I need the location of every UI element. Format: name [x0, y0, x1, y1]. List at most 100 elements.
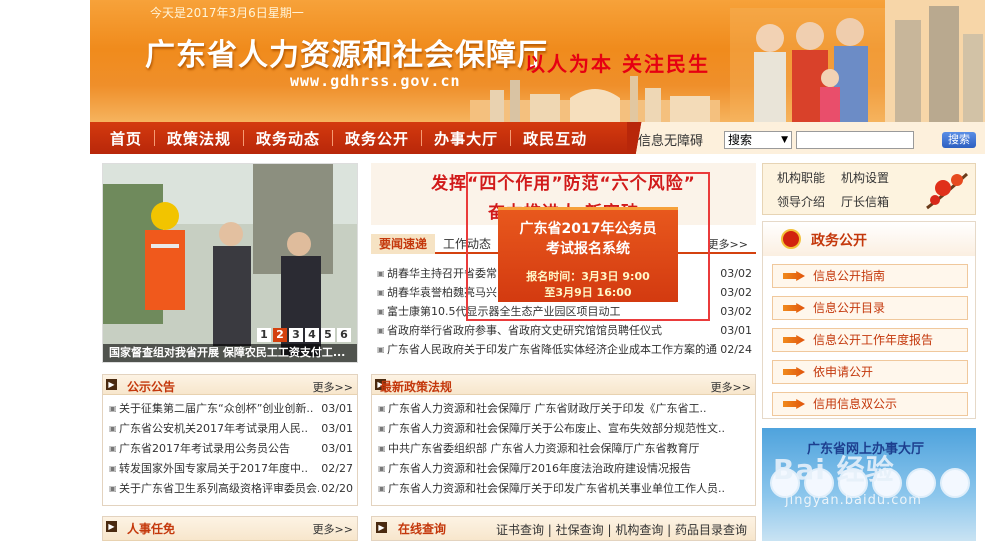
nav-item-gov-open[interactable]: 政务公开: [333, 128, 421, 149]
policy-title[interactable]: 最新政策法规: [380, 378, 452, 395]
slider-caption[interactable]: 国家督查组对我省开展 保障农民工工资支付工...: [103, 344, 357, 362]
info-open-annual-report-button[interactable]: 信息公开工作年度报告: [772, 328, 968, 352]
link-org-structure[interactable]: 机构设置: [841, 169, 889, 186]
bullet-icon: ▣: [377, 307, 385, 316]
arrow-right-icon: [783, 367, 805, 377]
org-links-panel: 机构职能 机构设置 领导介绍 厅长信箱: [762, 163, 976, 215]
list-item[interactable]: ▣ 关于广东省卫生系列高级资格评审委员会.. 02/20: [109, 479, 353, 499]
slider-page-1[interactable]: 1: [257, 328, 271, 342]
bullet-icon: ▣: [377, 345, 385, 354]
search-button[interactable]: 搜索: [942, 132, 976, 148]
nav-item-interaction[interactable]: 政民互动: [511, 128, 599, 149]
accessibility-link[interactable]: 信息无障碍: [638, 130, 703, 149]
buildings-image: [885, 0, 985, 122]
notice-panel: ▶ 公示公告 更多>> ▣ 关于征集第二届广东“众创杯”创业创新.. 03/01 ▣…: [102, 374, 358, 506]
policy-panel: ▶ 最新政策法规 更多>> ▣ 广东省人力资源和社会保障厅 广东省财政厅关于印发《…: [371, 374, 756, 506]
list-item[interactable]: ▣ 转发国家外国专家局关于2017年度中.. 02/27: [109, 459, 353, 479]
popup-ad-content[interactable]: 广东省2017年公务员 考试报名系统 报名时间：3月3日 9:00 至3月9日 …: [498, 207, 678, 302]
info-open-guide-button[interactable]: 信息公开指南: [772, 264, 968, 288]
notice-list: ▣ 关于征集第二届广东“众创杯”创业创新.. 03/01 ▣ 广东省公安机关2017年…: [103, 395, 357, 499]
link-leaders[interactable]: 领导介绍: [777, 193, 825, 210]
slider-page-2[interactable]: 2: [273, 328, 287, 342]
link-org-functions[interactable]: 机构职能: [777, 169, 825, 186]
personnel-header: ▶ 人事任免 更多>>: [103, 517, 357, 541]
section-marker-icon: ▶: [376, 522, 387, 533]
nav-menu: 首页 政策法规 政务动态 政务公开 办事大厅 政民互动: [90, 122, 627, 154]
personnel-more-link[interactable]: 更多>>: [313, 521, 353, 537]
gov-open-header: 政务公开: [763, 222, 975, 256]
news-slider[interactable]: 1 2 3 4 5 6 国家督查组对我省开展 保障农民工工资支付工...: [102, 163, 358, 363]
bullet-icon: ▣: [378, 484, 386, 493]
bullet-icon: ▣: [378, 404, 386, 413]
search-type-value: 搜索: [728, 133, 753, 147]
bullet-icon: ▣: [109, 464, 117, 473]
policy-more-link[interactable]: 更多>>: [711, 379, 751, 395]
list-item[interactable]: ▣ 广东省公安机关2017年考试录用人民.. 03/01: [109, 419, 353, 439]
page-root: 今天是2017年3月6日星期一 广东省人力资源和社会保障厅 www.gdhrss…: [0, 0, 1000, 541]
policy-header: ▶ 最新政策法规 更多>>: [372, 375, 755, 395]
nav-item-policy[interactable]: 政策法规: [155, 128, 243, 149]
national-emblem-icon: [781, 229, 801, 249]
info-open-catalog-button[interactable]: 信息公开目录: [772, 296, 968, 320]
exam-popup-ad[interactable]: 广东省2017年公务员 考试报名系统 报名时间：3月3日 9:00 至3月9日 …: [466, 172, 710, 321]
bullet-icon: ▣: [109, 484, 117, 493]
bullet-icon: ▣: [377, 269, 385, 278]
notice-more-link[interactable]: 更多>>: [313, 379, 353, 395]
slider-pager: 1 2 3 4 5 6: [257, 328, 351, 342]
link-director-mailbox[interactable]: 厅长信箱: [841, 193, 889, 210]
slider-page-6[interactable]: 6: [337, 328, 351, 342]
policy-list: ▣ 广东省人力资源和社会保障厅 广东省财政厅关于印发《广东省工.. ▣ 广东省人力资…: [372, 395, 755, 499]
section-marker-icon: ▶: [106, 379, 117, 390]
nav-item-home[interactable]: 首页: [98, 128, 154, 149]
list-item[interactable]: ▣ 关于征集第二届广东“众创杯”创业创新.. 03/01: [109, 399, 353, 419]
list-item[interactable]: ▣ 广东省人力资源和社会保障厅 广东省财政厅关于印发《广东省工..: [378, 399, 751, 419]
apply-disclosure-button[interactable]: 依申请公开: [772, 360, 968, 384]
popup-title-2: 考试报名系统: [546, 241, 630, 257]
personnel-title[interactable]: 人事任免: [127, 520, 175, 537]
search-button-label: 搜索: [948, 133, 970, 146]
popup-title-1: 广东省2017年公务员: [519, 221, 657, 237]
family-photo-image: [730, 8, 890, 122]
list-item[interactable]: ▣ 广东省人力资源和社会保障厅2016年度法治政府建设情况报告: [378, 459, 751, 479]
online-query-links[interactable]: 证书查询 | 社保查询 | 机构查询 | 药品目录查询: [496, 521, 747, 538]
list-item[interactable]: ▣ 省政府举行省政府参事、省政府文史研究馆馆员聘任仪式 03/01: [377, 321, 752, 340]
popup-time-1: 报名时间：3月3日 9:00: [526, 270, 650, 283]
popup-time-2: 至3月9日 16:00: [544, 286, 632, 299]
gov-open-title[interactable]: 政务公开: [811, 230, 867, 250]
arrow-right-icon: [783, 399, 805, 409]
arrow-right-icon: [783, 303, 805, 313]
search-type-select[interactable]: 搜索 ▼: [724, 131, 792, 149]
list-item[interactable]: ▣ 广东省人力资源和社会保障厅关于印发广东省机关事业单位工作人员..: [378, 479, 751, 499]
credit-info-button[interactable]: 信用信息双公示: [772, 392, 968, 416]
search-input[interactable]: [796, 131, 914, 149]
city-skyline-image: [470, 76, 720, 122]
bullet-icon: ▣: [377, 288, 385, 297]
bullet-icon: ▣: [377, 326, 385, 335]
arrow-right-icon: [783, 335, 805, 345]
list-item[interactable]: ▣ 中共广东省委组织部 广东省人力资源和社会保障厅广东省教育厅: [378, 439, 751, 459]
news-more-link[interactable]: 更多>>: [708, 236, 748, 252]
baidu-watermark: Bai 经验: [773, 453, 895, 486]
main-nav: 首页 政策法规 政务动态 政务公开 办事大厅 政民互动 信息无障碍 搜索 ▼ 搜…: [90, 122, 985, 154]
notice-title[interactable]: 公示公告: [127, 378, 175, 395]
notice-header: ▶ 公示公告 更多>>: [103, 375, 357, 395]
section-marker-icon: ▶: [106, 521, 117, 532]
online-query-panel: ▶ 在线查询 证书查询 | 社保查询 | 机构查询 | 药品目录查询: [371, 516, 756, 541]
bullet-icon: ▣: [109, 424, 117, 433]
slider-page-3[interactable]: 3: [289, 328, 303, 342]
slider-page-4[interactable]: 4: [305, 328, 319, 342]
list-item[interactable]: ▣ 广东省人民政府关于印发广东省降低实体经济企业成本工作方案的通 02/24: [377, 340, 752, 359]
bullet-icon: ▣: [109, 444, 117, 453]
site-url: www.gdhrss.gov.cn: [290, 72, 461, 90]
nav-item-news[interactable]: 政务动态: [244, 128, 332, 149]
online-query-title[interactable]: 在线查询: [398, 520, 446, 537]
bullet-icon: ▣: [378, 424, 386, 433]
service-icon: [940, 468, 970, 498]
site-title[interactable]: 广东省人力资源和社会保障厅: [145, 30, 548, 74]
tab-headline-news[interactable]: 要闻速递: [371, 234, 435, 254]
nav-item-service-hall[interactable]: 办事大厅: [422, 128, 510, 149]
list-item[interactable]: ▣ 广东省人力资源和社会保障厅关于公布废止、宣布失效部分规范性文..: [378, 419, 751, 439]
chevron-down-icon: ▼: [781, 135, 788, 145]
slider-page-5[interactable]: 5: [321, 328, 335, 342]
list-item[interactable]: ▣ 广东省2017年考试录用公务员公告 03/01: [109, 439, 353, 459]
